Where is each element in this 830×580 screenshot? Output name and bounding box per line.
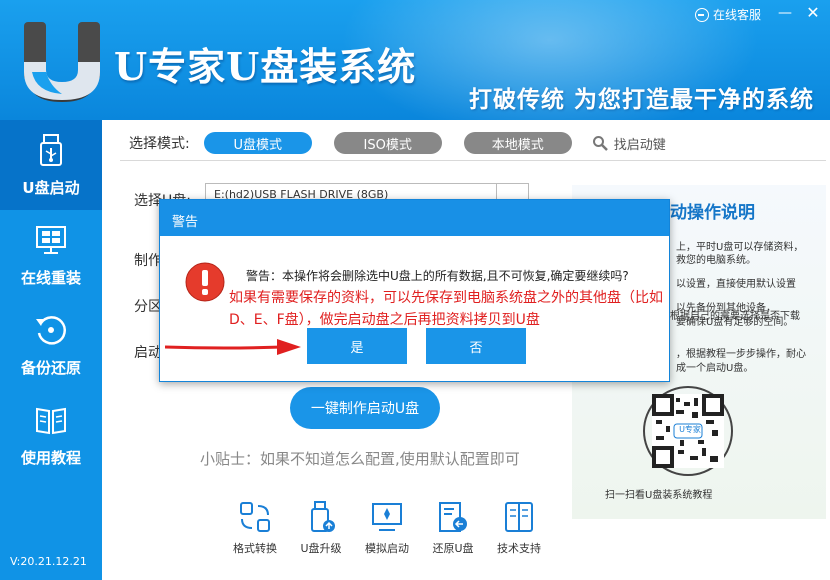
tool-label: 模拟启动 (365, 542, 409, 555)
version-label: V:20.21.12.21 (10, 555, 87, 568)
instructions-line: 救您的电脑系统。 (676, 255, 756, 266)
sidebar-item-tutorial[interactable]: 使用教程 (0, 390, 102, 480)
app-logo (24, 22, 100, 102)
windows-icon (36, 225, 66, 254)
instructions-line: 根据自己的需要选择是否下载 (670, 311, 800, 322)
online-service-label: 在线客服 (713, 8, 762, 22)
tool-bar: 格式转换 U盘升级 模拟启动 还原U盘 技术支持 (222, 500, 552, 556)
simulate-boot-tool[interactable]: 模拟启动 (354, 500, 420, 556)
instructions-line: 以设置，直接使用默认设置 (676, 279, 796, 290)
qr-logo-text: U专家 (679, 425, 701, 434)
online-service-link[interactable]: 在线客服 (695, 6, 761, 23)
boot-mode-label: 启动 (134, 345, 162, 361)
app-title: U专家U盘装系统 (114, 44, 417, 89)
instructions-line: 成一个启动U盘。 (676, 363, 754, 374)
tech-support-tool[interactable]: 技术支持 (486, 500, 552, 556)
mode-local-button[interactable]: 本地模式 (463, 132, 572, 154)
warning-message: 警告：本操作将会删除选中U盘上的所有数据,且不可恢复,确定要继续吗? (246, 269, 629, 283)
sidebar-item-label: U盘启动 (22, 178, 80, 197)
search-icon (592, 136, 608, 151)
restore-usb-icon (439, 502, 467, 532)
make-mode-label: 制作 (134, 253, 162, 269)
close-button[interactable]: ✕ (802, 4, 824, 22)
make-boot-usb-button[interactable]: 一键制作启动U盘 (290, 387, 440, 429)
divider (120, 160, 826, 161)
dialog-title: 警告 (160, 200, 669, 236)
mode-iso-button[interactable]: ISO模式 (333, 132, 442, 154)
sidebar-item-backup-restore[interactable]: 备份还原 (0, 300, 102, 390)
tool-label: 还原U盘 (432, 542, 474, 555)
qr-code: U专家 (636, 386, 740, 476)
usb-drive-icon (40, 133, 62, 166)
minimize-button[interactable]: — (774, 4, 796, 22)
instructions-line: ，根据教程一步步操作，耐心 (676, 349, 806, 360)
tool-label: 格式转换 (233, 542, 277, 555)
sidebar-item-label: 使用教程 (20, 448, 81, 467)
chat-icon (695, 7, 709, 22)
support-book-icon (505, 502, 533, 532)
usb-upgrade-tool[interactable]: U盘升级 (288, 500, 354, 556)
mode-selector: 选择模式: U盘模式 ISO模式 本地模式 找启动键 (129, 132, 666, 154)
restore-usb-tool[interactable]: 还原U盘 (420, 500, 486, 556)
warning-icon (185, 262, 225, 302)
find-boot-key-link[interactable]: 找启动键 (592, 134, 666, 153)
instructions-title: 动操作说明 (670, 203, 755, 223)
instructions-line: 上，平时U盘可以存储资料， (676, 242, 804, 253)
partition-label: 分区 (134, 299, 162, 315)
backup-advice-text: 如果有需要保存的资料，可以先保存到电脑系统盘之外的其他盘（比如D、E、F盘），做… (229, 290, 663, 328)
confirm-yes-button[interactable]: 是 (307, 328, 407, 364)
red-arrow-icon (165, 339, 301, 355)
tip-text: 小贴士：如果不知道怎么配置,使用默认配置即可 (200, 450, 520, 468)
confirm-no-button[interactable]: 否 (426, 328, 526, 364)
book-icon (36, 407, 66, 434)
sidebar-item-online-reinstall[interactable]: 在线重装 (0, 210, 102, 300)
sidebar-item-usb-boot[interactable]: U盘启动 (0, 120, 102, 210)
sidebar-item-label: 备份还原 (20, 358, 81, 377)
sidebar-item-label: 在线重装 (20, 268, 81, 287)
mode-usb-button[interactable]: U盘模式 (203, 132, 312, 154)
tool-label: 技术支持 (497, 542, 541, 555)
slogan: 打破传统 为您打造最干净的系统 (468, 87, 814, 113)
sidebar: U盘启动 在线重装 备份还原 使用教程 V:20.21.12.21 (0, 120, 102, 580)
qr-caption: 扫一扫看U盘装系统教程 (605, 490, 713, 501)
restore-icon (36, 315, 66, 345)
format-convert-tool[interactable]: 格式转换 (222, 500, 288, 556)
find-boot-key-label: 找启动键 (613, 137, 666, 153)
tool-label: U盘升级 (300, 542, 342, 555)
mode-label: 选择模式: (129, 136, 190, 152)
format-convert-icon (240, 502, 270, 532)
simulate-boot-icon (372, 503, 402, 531)
usb-upgrade-icon (311, 501, 335, 532)
title-bar: U专家U盘装系统 打破传统 为您打造最干净的系统 在线客服 — ✕ (0, 0, 830, 120)
